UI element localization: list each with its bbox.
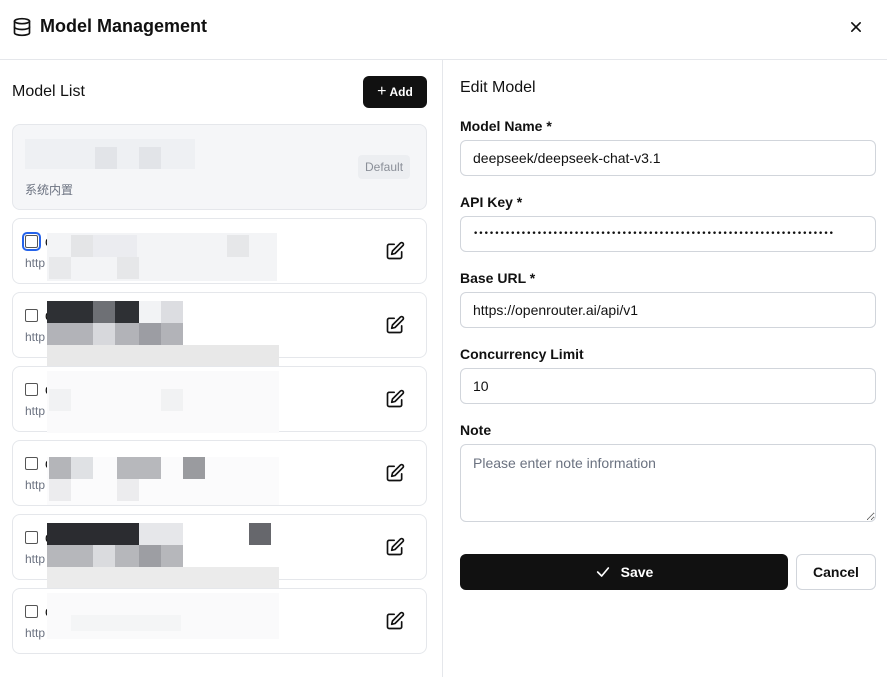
redacted-block — [117, 479, 139, 501]
model-select-checkbox[interactable] — [25, 605, 38, 618]
database-icon — [13, 17, 31, 37]
redacted-block — [47, 545, 183, 567]
redacted-block — [71, 615, 181, 631]
redacted-block — [47, 567, 279, 589]
redacted-block — [49, 479, 71, 501]
redacted-block — [93, 323, 115, 345]
base-url-input[interactable] — [460, 292, 876, 328]
model-list-title: Model List — [12, 83, 85, 100]
model-select-checkbox[interactable] — [22, 232, 41, 251]
redacted-block — [161, 301, 183, 323]
redacted-block — [183, 457, 205, 479]
save-button-label: Save — [620, 564, 654, 580]
note-label: Note — [460, 422, 492, 438]
redacted-block — [71, 235, 93, 257]
model-list-item[interactable]: d http — [12, 514, 427, 589]
model-select-checkbox[interactable] — [25, 383, 38, 396]
add-button-label: Add — [389, 85, 413, 99]
edit-icon[interactable] — [385, 537, 405, 557]
edit-model-panel: Edit Model Model Name * API Key * Base U… — [444, 60, 887, 677]
redacted-block — [95, 147, 117, 169]
plus-icon: + — [377, 83, 387, 100]
redacted-block — [47, 323, 183, 345]
model-list-item[interactable]: d http — [12, 588, 427, 654]
default-badge: Default — [358, 155, 411, 179]
dialog-title: Model Management — [40, 16, 208, 36]
edit-icon[interactable] — [385, 463, 405, 483]
redacted-block — [249, 523, 271, 545]
dialog-header: Model Management — [0, 0, 887, 60]
model-list-item[interactable]: d http — [12, 218, 427, 284]
redacted-block — [139, 147, 161, 169]
api-key-input[interactable] — [460, 216, 876, 252]
model-list-item[interactable]: d http — [12, 440, 427, 506]
redacted-block — [161, 389, 183, 411]
redacted-block — [49, 389, 71, 411]
concurrency-limit-label: Concurrency Limit — [460, 346, 584, 362]
model-name-input[interactable] — [460, 140, 876, 176]
concurrency-limit-input[interactable] — [460, 368, 876, 404]
redacted-block — [47, 523, 139, 545]
add-model-button[interactable]: + Add — [363, 76, 427, 108]
redacted-block — [71, 457, 93, 479]
redacted-block — [47, 345, 279, 367]
redacted-block — [117, 457, 161, 479]
edit-icon[interactable] — [385, 611, 405, 631]
model-list-item[interactable]: d http — [12, 292, 427, 367]
redacted-block — [49, 457, 71, 479]
cancel-button[interactable]: Cancel — [796, 554, 876, 590]
model-list-panel: Model List + Add Default 系统内置 d http d h… — [0, 60, 443, 677]
default-model-subtitle: 系统内置 — [25, 183, 74, 197]
redacted-block — [93, 235, 137, 257]
redacted-block — [139, 545, 161, 567]
redacted-block — [139, 323, 161, 345]
redacted-block — [227, 235, 249, 257]
edit-icon[interactable] — [385, 241, 405, 261]
redacted-block — [117, 257, 139, 279]
redacted-block — [49, 257, 71, 279]
edit-icon[interactable] — [385, 389, 405, 409]
base-url-label: Base URL * — [460, 270, 536, 286]
api-key-label: API Key * — [460, 194, 523, 210]
model-select-checkbox[interactable] — [25, 531, 38, 544]
redacted-block — [93, 545, 115, 567]
redacted-block — [93, 301, 115, 323]
model-select-checkbox[interactable] — [25, 309, 38, 322]
close-icon[interactable] — [846, 17, 866, 37]
edit-icon[interactable] — [385, 315, 405, 335]
default-model-card[interactable]: Default 系统内置 — [12, 124, 427, 210]
model-select-checkbox[interactable] — [25, 457, 38, 470]
save-button[interactable]: Save — [460, 554, 788, 590]
check-icon — [596, 567, 609, 577]
model-name-label: Model Name * — [460, 118, 552, 134]
redacted-block — [139, 523, 183, 545]
redacted-block — [139, 301, 161, 323]
model-list-item[interactable]: d http — [12, 366, 427, 433]
edit-model-title: Edit Model — [460, 79, 536, 96]
note-textarea[interactable] — [460, 444, 876, 522]
